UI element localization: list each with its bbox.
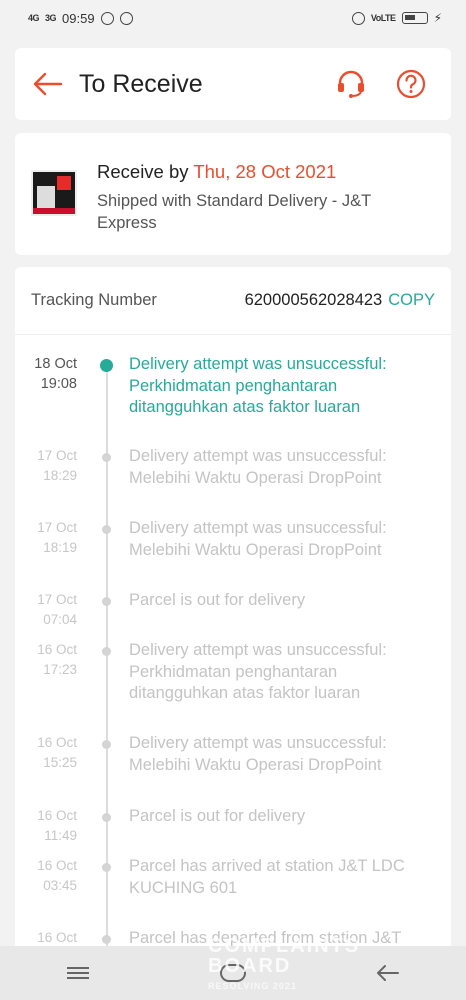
tracking-number-row: Tracking Number 620000562028423 COPY [15, 267, 451, 335]
timeline-status-text: Parcel is out for delivery [129, 807, 306, 825]
timeline-day: 16 Oct [37, 930, 77, 945]
tracking-number-label: Tracking Number [31, 291, 157, 309]
shipping-method: Shipped with Standard Delivery - J&T Exp… [97, 192, 371, 232]
menu-icon [66, 964, 89, 982]
timeline-day: 16 Oct [37, 808, 77, 823]
tracking-card: Tracking Number 620000562028423 COPY 18 … [15, 267, 451, 967]
timeline-time: 18:29 [43, 468, 77, 483]
timeline-date: 18 Oct 19:08 [15, 354, 77, 394]
timeline-time: 19:08 [40, 376, 77, 392]
timeline-date: 17 Oct 18:29 [15, 446, 77, 486]
timeline-date: 16 Oct 03:45 [15, 856, 77, 896]
timeline-date: 16 Oct 11:49 [15, 806, 77, 846]
timeline-date: 16 Oct [15, 928, 77, 948]
page-title: To Receive [79, 69, 203, 98]
watermark-logo: COMPLAINTS BOARD RESOLVING 2021 [208, 935, 361, 991]
timeline-dot-icon [100, 359, 113, 372]
timeline-day: 16 Oct [37, 735, 77, 750]
question-circle-icon [396, 69, 426, 99]
timeline-time: 03:45 [43, 878, 77, 893]
signal-4g-icon: 4G [28, 13, 40, 23]
timeline-dot-icon [102, 453, 111, 462]
timeline-dot-icon [102, 647, 111, 656]
back-icon [377, 965, 400, 981]
receive-by-line: Receive by Thu, 28 Oct 2021 [97, 161, 336, 183]
chat-icon [119, 11, 133, 25]
page-header: To Receive [15, 48, 451, 120]
tracking-number-value: 620000562028423 [244, 291, 383, 309]
timeline-day: 17 Oct [37, 520, 77, 535]
nav-back-button[interactable] [358, 953, 418, 993]
status-bar: 4G 3G 09:59 VoLTE ⚡ [0, 0, 466, 36]
alarm-icon [351, 11, 365, 25]
whatsapp-icon [100, 11, 114, 25]
timeline-day: 17 Oct [37, 448, 77, 463]
timeline-date: 17 Oct 18:19 [15, 518, 77, 558]
timeline-status-text: Delivery attempt was unsuccessful: Meleb… [129, 519, 387, 559]
headset-icon [338, 70, 364, 98]
timeline-time: 17:23 [43, 662, 77, 677]
timeline-status-text: Parcel is out for delivery [129, 591, 306, 609]
signal-3g-icon: 3G [45, 13, 57, 23]
support-button[interactable] [331, 64, 371, 104]
timeline-time: 11:49 [44, 828, 77, 843]
timeline-dot-icon [102, 525, 111, 534]
status-left: 4G 3G 09:59 [28, 11, 133, 26]
timeline-status-text: Delivery attempt was unsuccessful: Meleb… [129, 447, 387, 487]
status-right: VoLTE ⚡ [351, 11, 442, 25]
status-time: 09:59 [62, 10, 95, 26]
timeline-day: 16 Oct [37, 642, 77, 657]
timeline-day: 17 Oct [37, 592, 77, 607]
back-button[interactable] [31, 69, 65, 99]
nav-menu-button[interactable] [48, 953, 108, 993]
charging-icon: ⚡ [433, 11, 442, 25]
copy-button[interactable]: COPY [388, 291, 435, 310]
battery-icon [401, 12, 428, 24]
timeline-time: 07:04 [43, 612, 77, 627]
volte-icon: VoLTE [370, 13, 396, 23]
timeline-dot-icon [102, 597, 111, 606]
back-arrow-icon [33, 72, 63, 96]
timeline-status-text: Parcel has arrived at station J&T LDC KU… [129, 857, 405, 897]
tracking-timeline: 18 Oct 19:08 Delivery attempt was unsucces… [15, 336, 451, 967]
timeline-date: 16 Oct 15:25 [15, 733, 77, 773]
product-thumbnail [31, 170, 77, 216]
timeline-date: 17 Oct 07:04 [15, 590, 77, 630]
receive-date: Thu, 28 Oct 2021 [193, 161, 337, 182]
timeline-status-text: Delivery attempt was unsuccessful: Perkh… [129, 355, 387, 416]
timeline-dot-icon [102, 813, 111, 822]
timeline-time: 18:19 [43, 540, 77, 555]
timeline-day: 16 Oct [37, 858, 77, 873]
timeline-status-text: Delivery attempt was unsuccessful: Meleb… [129, 734, 387, 774]
timeline-dot-icon [102, 863, 111, 872]
timeline-date: 16 Oct 17:23 [15, 640, 77, 680]
timeline-time: 15:25 [43, 755, 77, 770]
delivery-card[interactable]: Receive by Thu, 28 Oct 2021 Shipped with… [15, 133, 451, 255]
timeline-day: 18 Oct [34, 356, 77, 372]
timeline-dot-icon [102, 740, 111, 749]
receive-by-label: Receive by [97, 161, 194, 182]
timeline-dot-icon [102, 935, 111, 944]
timeline-status-text: Delivery attempt was unsuccessful: Perkh… [129, 641, 387, 702]
help-button[interactable] [391, 64, 431, 104]
